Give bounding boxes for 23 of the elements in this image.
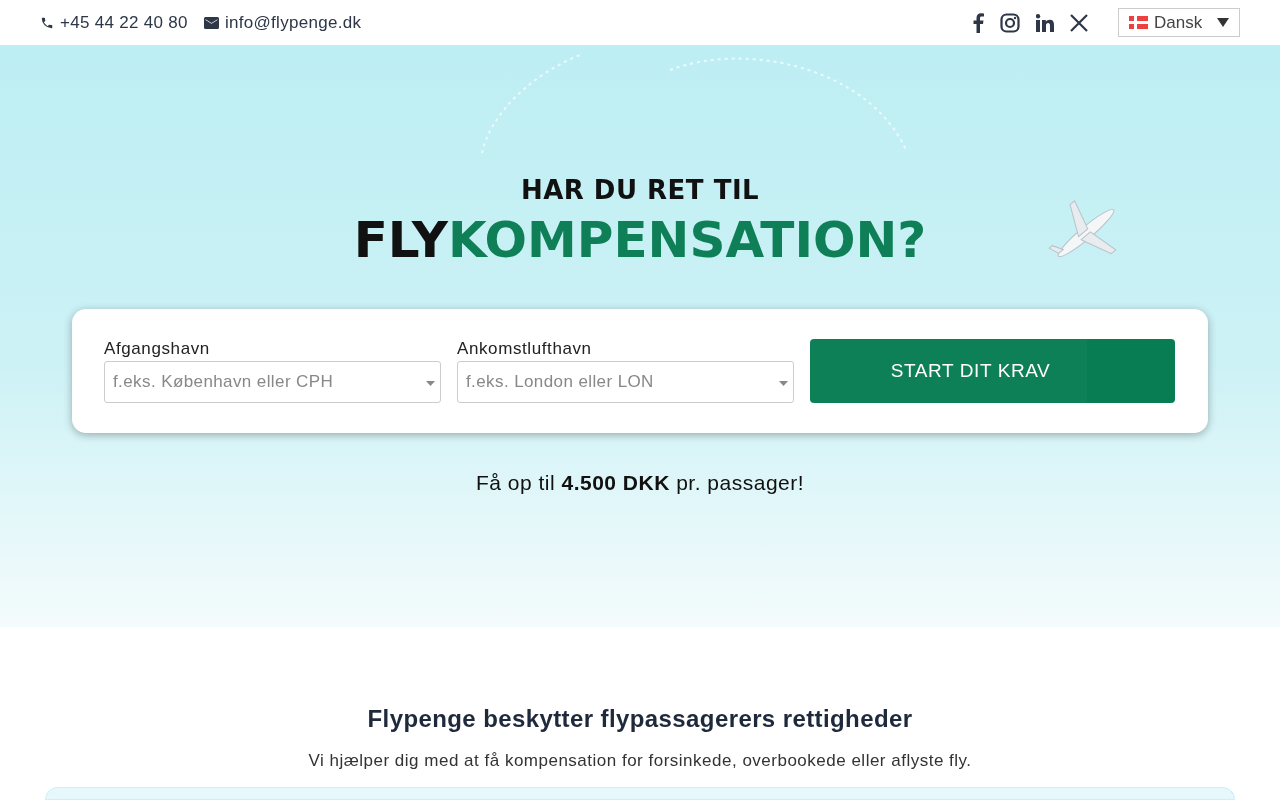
section-subtitle: Vi hjælper dig med at få kompensation for forsinkede, overbookede eller aflyste fly. (308, 751, 972, 771)
caret-icon (426, 381, 435, 386)
linkedin-icon[interactable] (1036, 13, 1054, 32)
hero-title: FLYKOMPENSATION? (353, 211, 927, 269)
facebook-icon[interactable] (972, 12, 984, 33)
hero-kicker: HAR DU RET TIL (520, 175, 760, 205)
caret-icon (779, 381, 788, 386)
section-title: Flypenge beskytter flypassagerers rettigheder (367, 705, 913, 733)
envelope-icon (203, 16, 219, 29)
email-link[interactable]: info@flypenge.dk (203, 12, 362, 33)
instagram-icon[interactable] (1000, 12, 1020, 33)
flag-icon (1129, 16, 1148, 29)
caret-icon (1217, 18, 1229, 27)
field-label: Afgangshavn (104, 339, 211, 359)
field-label: Ankomstlufthavn (457, 339, 593, 359)
x-logo-icon[interactable] (1070, 13, 1088, 32)
offer-text: Få op til 4.500 DKK pr. passager! (475, 471, 805, 495)
phone-link[interactable]: +45 44 22 40 80 (40, 12, 188, 33)
airport-select[interactable]: f.eks. London eller LON (457, 361, 794, 403)
start-claim-button[interactable]: START DIT KRAV (810, 339, 1175, 403)
phone-icon (40, 15, 54, 30)
language-select[interactable]: Dansk (1118, 8, 1240, 37)
airport-select[interactable]: f.eks. København eller CPH (104, 361, 441, 403)
